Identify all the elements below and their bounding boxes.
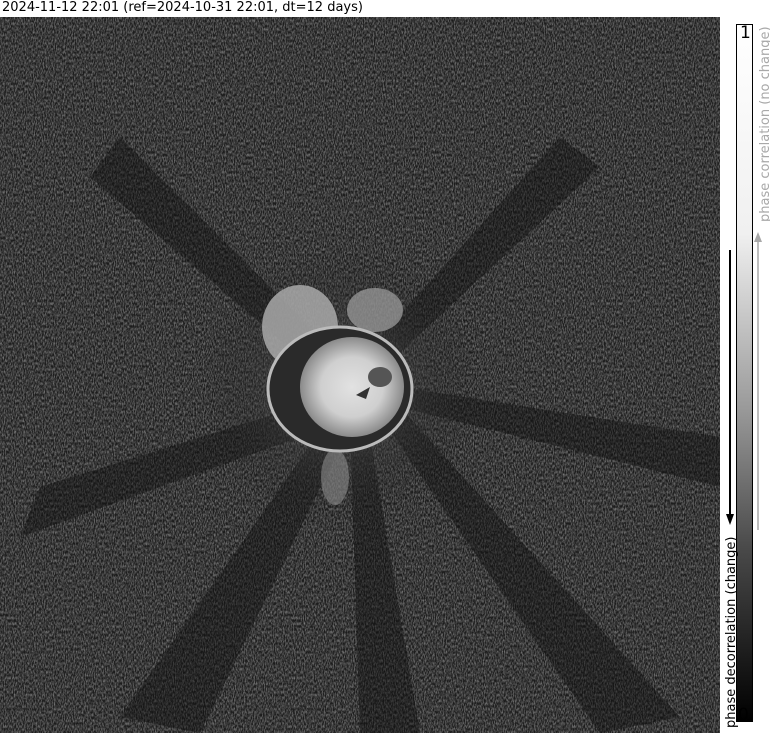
decorrelation-arrow-icon	[726, 514, 734, 525]
colorbar-correlation-label: phase correlation (no change)	[758, 26, 770, 222]
colorbar-max-label: 1	[740, 23, 751, 43]
colorbar-decorrelation-label: phase decorrelation (change)	[724, 536, 739, 728]
coherence-image	[0, 17, 720, 733]
image-title: 2024-11-12 22:01 (ref=2024-10-31 22:01, …	[2, 0, 363, 15]
page: 2024-11-12 22:01 (ref=2024-10-31 22:01, …	[0, 0, 770, 733]
decorrelation-arrows	[726, 250, 734, 525]
bright-patch-n	[347, 288, 403, 332]
colorbar-min-label: 0	[738, 705, 749, 725]
colorbar-arrows	[754, 232, 762, 530]
coherence-svg	[0, 17, 720, 733]
crater-floor	[300, 337, 404, 437]
vent	[368, 367, 392, 387]
bright-patch-s	[321, 449, 349, 505]
correlation-arrow-icon	[754, 232, 762, 242]
